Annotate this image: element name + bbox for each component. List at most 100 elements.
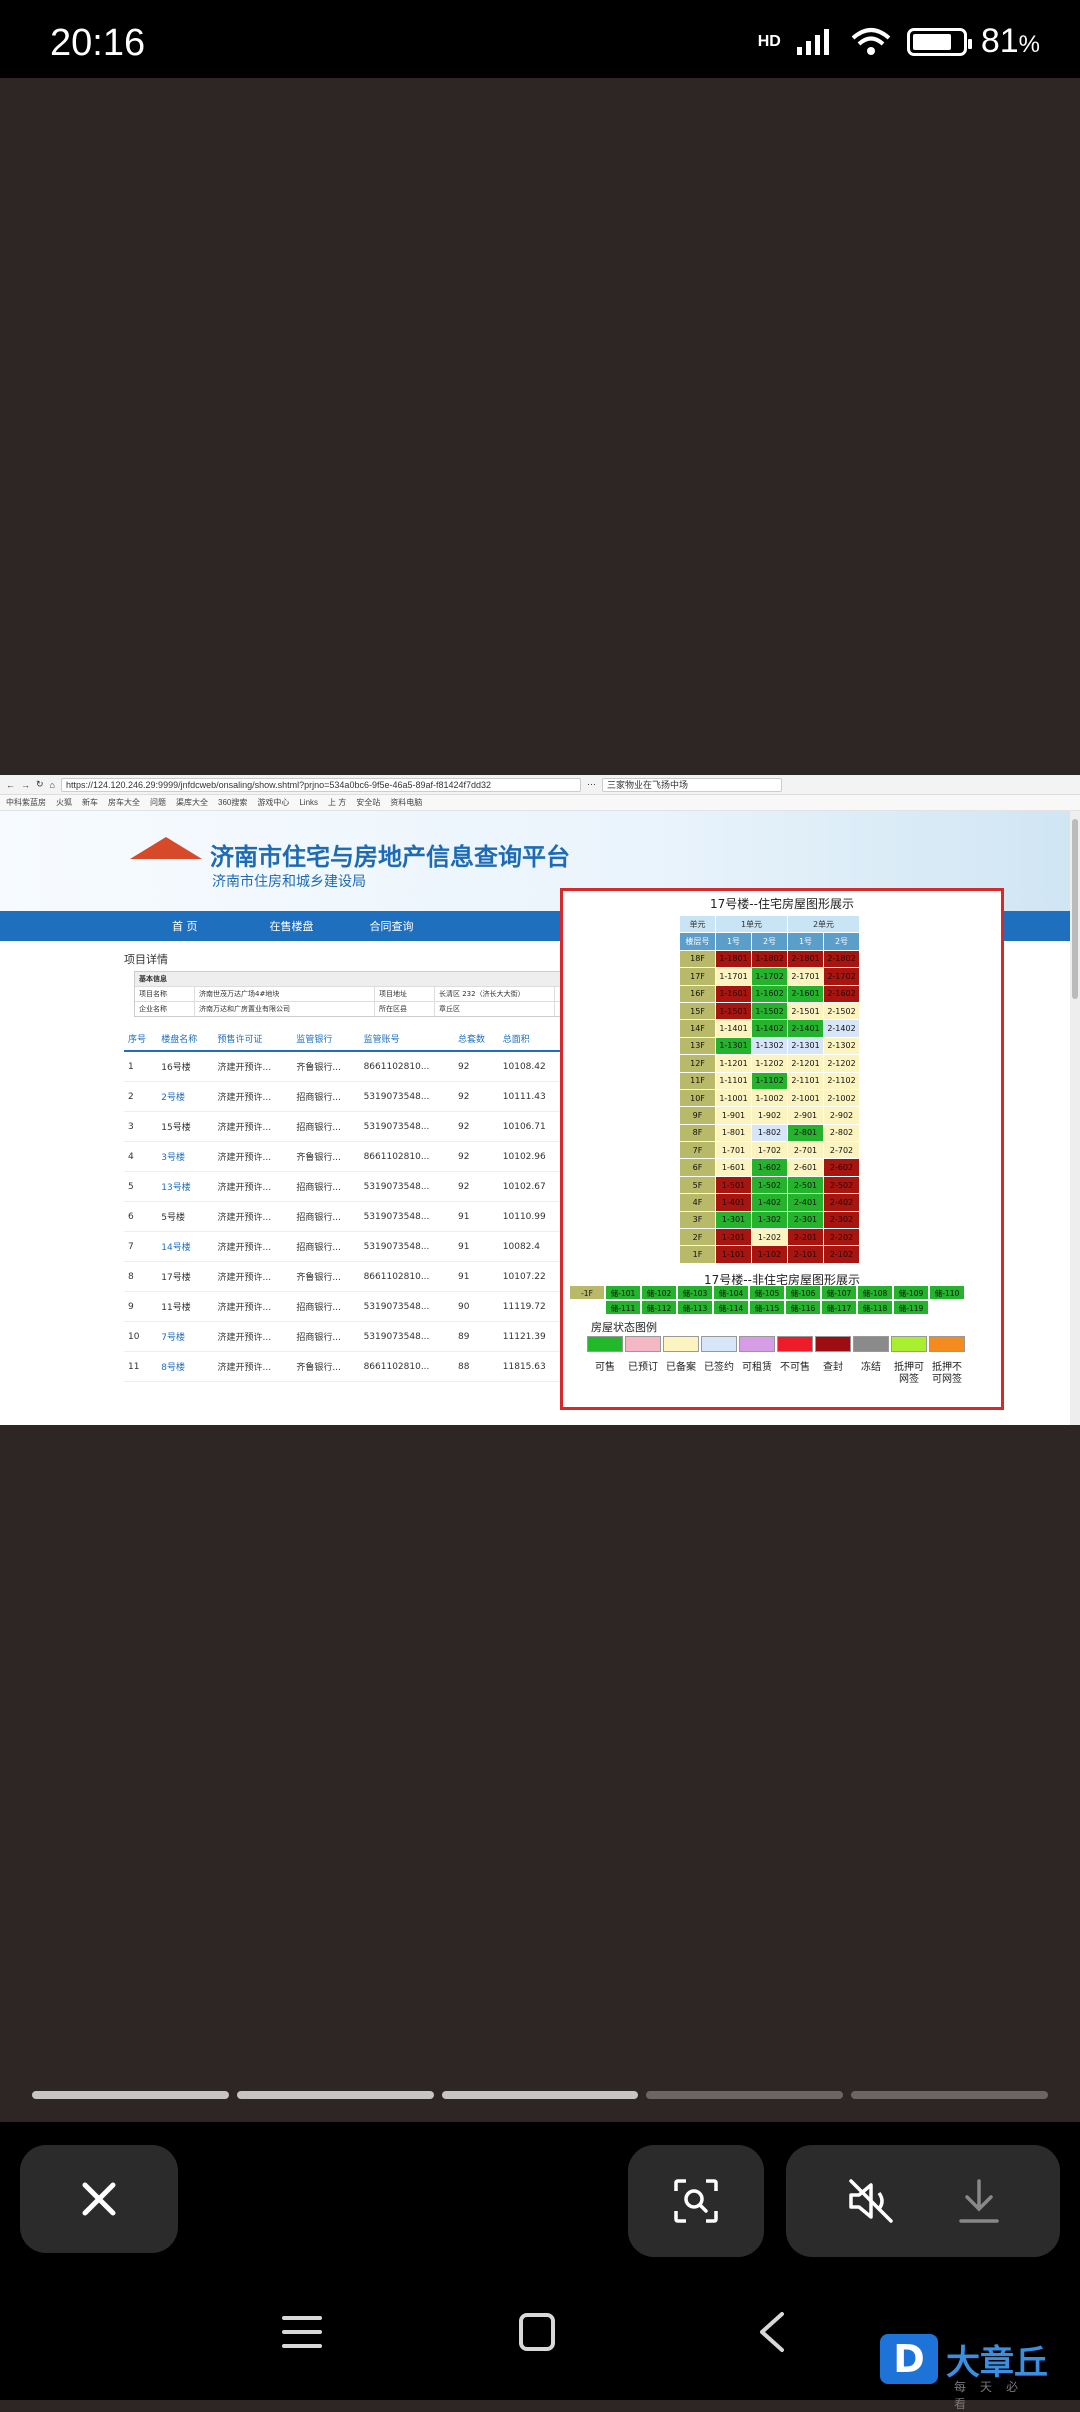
room-cell[interactable]: 1-1202 bbox=[751, 1054, 788, 1073]
room-cell[interactable]: 2-1702 bbox=[823, 967, 860, 986]
table-row[interactable]: 3 15号楼 济建开预许... 招商银行... 5319073548... 92 10106… bbox=[124, 1111, 564, 1142]
room-cell[interactable]: 2-902 bbox=[823, 1106, 860, 1125]
storage-cell[interactable]: 储-103 bbox=[677, 1285, 713, 1300]
table-cell[interactable]: 17号楼 bbox=[157, 1261, 214, 1292]
table-row[interactable]: 11 8号楼 济建开预许... 齐鲁银行... 8661102810... 88 11815… bbox=[124, 1351, 564, 1382]
storage-cell[interactable]: 储-116 bbox=[785, 1300, 821, 1315]
mute-icon[interactable] bbox=[845, 2177, 897, 2225]
room-cell[interactable]: 1-302 bbox=[751, 1210, 788, 1230]
menu-dots-icon[interactable]: ⋯ bbox=[587, 779, 596, 790]
forward-icon[interactable]: → bbox=[21, 780, 30, 790]
bookmark-item[interactable]: 渠库大全 bbox=[176, 797, 208, 808]
storage-cell[interactable]: 储-108 bbox=[857, 1285, 893, 1300]
storage-cell[interactable]: 储-111 bbox=[605, 1300, 641, 1315]
page-scrollbar[interactable] bbox=[1070, 811, 1080, 1425]
room-cell[interactable]: 1-101 bbox=[715, 1245, 752, 1264]
browser-search[interactable]: 三家物业在飞扬中场 bbox=[601, 777, 782, 792]
room-cell[interactable]: 2-602 bbox=[823, 1158, 860, 1177]
room-cell[interactable]: 1-1802 bbox=[751, 949, 788, 969]
storage-cell[interactable]: 储-112 bbox=[641, 1300, 677, 1315]
room-cell[interactable]: 1-1001 bbox=[715, 1088, 752, 1108]
table-cell[interactable]: 3号楼 bbox=[157, 1141, 214, 1172]
bookmark-item[interactable]: 新车 bbox=[82, 797, 98, 808]
room-cell[interactable]: 2-1302 bbox=[823, 1036, 860, 1056]
room-cell[interactable]: 1-201 bbox=[715, 1228, 752, 1247]
room-cell[interactable]: 2-302 bbox=[823, 1210, 860, 1230]
room-cell[interactable]: 1-502 bbox=[751, 1175, 788, 1195]
table-cell[interactable]: 16号楼 bbox=[157, 1051, 214, 1082]
table-cell[interactable]: 7号楼 bbox=[157, 1321, 214, 1352]
home-button-icon[interactable] bbox=[518, 2312, 556, 2352]
room-cell[interactable]: 2-801 bbox=[787, 1123, 824, 1143]
room-cell[interactable]: 1-1002 bbox=[751, 1088, 788, 1108]
room-cell[interactable]: 1-602 bbox=[751, 1158, 788, 1177]
room-cell[interactable]: 2-901 bbox=[787, 1106, 824, 1125]
room-cell[interactable]: 1-401 bbox=[715, 1193, 752, 1212]
room-cell[interactable]: 2-1002 bbox=[823, 1088, 860, 1108]
room-cell[interactable]: 1-1101 bbox=[715, 1071, 752, 1090]
room-cell[interactable]: 2-802 bbox=[823, 1123, 860, 1143]
room-cell[interactable]: 2-1501 bbox=[787, 1001, 824, 1021]
recent-apps-icon[interactable] bbox=[282, 2314, 322, 2350]
table-row[interactable]: 5 13号楼 济建开预许... 招商银行... 5319073548... 92 10102… bbox=[124, 1171, 564, 1202]
room-cell[interactable]: 1-1302 bbox=[751, 1036, 788, 1056]
room-cell[interactable]: 2-1602 bbox=[823, 984, 860, 1003]
room-cell[interactable]: 2-1601 bbox=[787, 984, 824, 1003]
room-cell[interactable]: 1-501 bbox=[715, 1175, 752, 1195]
room-cell[interactable]: 2-1701 bbox=[787, 967, 824, 986]
storage-cell[interactable]: 储-105 bbox=[749, 1285, 785, 1300]
table-row[interactable]: 4 3号楼 济建开预许... 齐鲁银行... 8661102810... 92 10102.… bbox=[124, 1141, 564, 1172]
storage-cell[interactable]: 储-107 bbox=[821, 1285, 857, 1300]
back-icon[interactable]: ← bbox=[6, 780, 15, 790]
storage-cell[interactable]: 储-101 bbox=[605, 1285, 641, 1300]
bookmark-item[interactable]: 游戏中心 bbox=[257, 797, 289, 808]
nav-on-sale[interactable]: 在售楼盘 bbox=[270, 918, 314, 934]
room-cell[interactable]: 1-901 bbox=[715, 1106, 752, 1125]
room-cell[interactable]: 1-1601 bbox=[715, 984, 752, 1003]
table-row[interactable]: 7 14号楼 济建开预许... 招商银行... 5319073548... 91 10082… bbox=[124, 1231, 564, 1262]
room-cell[interactable]: 2-702 bbox=[823, 1141, 860, 1160]
room-cell[interactable]: 1-702 bbox=[751, 1141, 788, 1160]
nav-home[interactable]: 首 页 bbox=[172, 918, 198, 934]
table-row[interactable]: 6 5号楼 济建开预许... 招商银行... 5319073548... 91 10110.… bbox=[124, 1201, 564, 1232]
url-bar[interactable]: https://124.120.246.29:9999/jnfdcweb/ons… bbox=[60, 777, 581, 792]
room-cell[interactable]: 2-1202 bbox=[823, 1054, 860, 1073]
bookmark-item[interactable]: 安全站 bbox=[356, 797, 380, 808]
room-cell[interactable]: 2-1801 bbox=[787, 949, 824, 969]
bookmark-item[interactable]: 上 方 bbox=[328, 797, 346, 808]
room-cell[interactable]: 1-1401 bbox=[715, 1019, 752, 1038]
table-row[interactable]: 8 17号楼 济建开预许... 齐鲁银行... 8661102810... 91 10107… bbox=[124, 1261, 564, 1292]
room-cell[interactable]: 2-701 bbox=[787, 1141, 824, 1160]
room-cell[interactable]: 1-1602 bbox=[751, 984, 788, 1003]
close-button[interactable] bbox=[20, 2145, 178, 2253]
table-cell[interactable]: 8号楼 bbox=[157, 1351, 214, 1382]
storage-cell[interactable]: 储-106 bbox=[785, 1285, 821, 1300]
storage-cell[interactable]: 储-118 bbox=[857, 1300, 893, 1315]
room-cell[interactable]: 1-1502 bbox=[751, 1001, 788, 1021]
room-cell[interactable]: 2-502 bbox=[823, 1175, 860, 1195]
room-cell[interactable]: 1-1201 bbox=[715, 1054, 752, 1073]
storage-cell[interactable]: 储-119 bbox=[893, 1300, 929, 1315]
room-cell[interactable]: 2-501 bbox=[787, 1175, 824, 1195]
room-cell[interactable]: 2-1101 bbox=[787, 1071, 824, 1090]
table-cell[interactable]: 5号楼 bbox=[157, 1201, 214, 1232]
storage-cell[interactable]: 储-102 bbox=[641, 1285, 677, 1300]
home-icon[interactable]: ⌂ bbox=[50, 780, 55, 790]
room-cell[interactable]: 1-1801 bbox=[715, 949, 752, 969]
storage-cell[interactable]: 储-115 bbox=[749, 1300, 785, 1315]
table-cell[interactable]: 2号楼 bbox=[157, 1081, 214, 1112]
room-cell[interactable]: 1-1701 bbox=[715, 967, 752, 986]
visual-search-button[interactable] bbox=[628, 2145, 764, 2257]
room-cell[interactable]: 1-102 bbox=[751, 1245, 788, 1264]
bookmark-item[interactable]: 中科紫蓝房 bbox=[6, 797, 46, 808]
table-cell[interactable]: 14号楼 bbox=[157, 1231, 214, 1262]
room-cell[interactable]: 1-902 bbox=[751, 1106, 788, 1125]
room-cell[interactable]: 2-301 bbox=[787, 1210, 824, 1230]
room-cell[interactable]: 2-201 bbox=[787, 1228, 824, 1247]
table-row[interactable]: 9 11号楼 济建开预许... 招商银行... 5319073548... 90 11119… bbox=[124, 1291, 564, 1322]
room-cell[interactable]: 2-402 bbox=[823, 1193, 860, 1212]
room-cell[interactable]: 2-101 bbox=[787, 1245, 824, 1264]
room-cell[interactable]: 1-601 bbox=[715, 1158, 752, 1177]
storage-cell[interactable]: 储-104 bbox=[713, 1285, 749, 1300]
table-cell[interactable]: 15号楼 bbox=[157, 1111, 214, 1142]
